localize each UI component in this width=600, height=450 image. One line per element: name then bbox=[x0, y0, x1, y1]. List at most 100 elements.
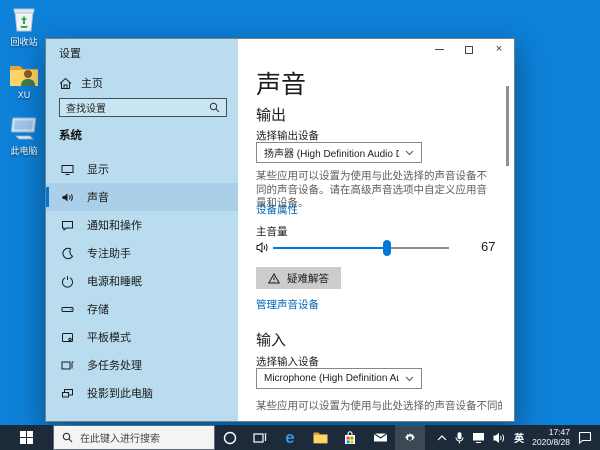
cortana-icon bbox=[223, 431, 237, 444]
sidebar-item-sound[interactable]: 声音 bbox=[46, 183, 238, 211]
system-tray: 英 17:47 2020/8/28 bbox=[437, 425, 600, 450]
sidebar-item-label: 显示 bbox=[87, 164, 109, 176]
store-icon bbox=[345, 430, 355, 444]
tray-volume-icon[interactable] bbox=[493, 432, 506, 444]
start-button[interactable] bbox=[0, 425, 53, 450]
chevron-down-icon bbox=[405, 376, 414, 381]
sidebar-item-label: 通知和操作 bbox=[87, 220, 142, 232]
taskbar-apps: e bbox=[215, 425, 425, 450]
taskbar-app-task-view[interactable] bbox=[245, 425, 275, 450]
taskbar-app-mail[interactable] bbox=[365, 425, 395, 450]
volume-icon bbox=[256, 241, 268, 254]
desktop-icon-user-folder[interactable]: XU bbox=[1, 62, 47, 100]
settings-window: 设置 主页 查找设置 系统 显示 声音 通知和操作 专注助手 电源和睡眠 存储 … bbox=[45, 38, 515, 422]
input-section-title: 输入 bbox=[256, 332, 287, 349]
sidebar-section-label: 系统 bbox=[59, 130, 82, 142]
close-button[interactable]: × bbox=[484, 39, 514, 60]
edge-icon: e bbox=[285, 428, 295, 447]
desktop-icon-recycle-bin[interactable]: 回收站 bbox=[1, 5, 47, 48]
desktop: 回收站 XU 此电脑 设置 主页 查找设置 系统 显示 声音 通知和操作 专注助… bbox=[0, 0, 600, 450]
tray-microphone-icon[interactable] bbox=[455, 431, 464, 444]
sidebar-item-home[interactable]: 主页 bbox=[59, 75, 103, 91]
this-pc-icon bbox=[10, 117, 37, 140]
troubleshoot-button[interactable]: 疑难解答 bbox=[256, 267, 341, 289]
settings-sidebar: 设置 主页 查找设置 系统 显示 声音 通知和操作 专注助手 电源和睡眠 存储 … bbox=[46, 39, 238, 421]
windows-logo-icon bbox=[20, 431, 33, 444]
sidebar-item-label: 多任务处理 bbox=[87, 360, 142, 372]
power-sleep-icon bbox=[62, 275, 73, 288]
taskbar-app-edge[interactable]: e bbox=[275, 425, 305, 450]
output-device-label: 选择输出设备 bbox=[256, 130, 319, 142]
recycle-bin-icon bbox=[13, 8, 35, 32]
sidebar-item-tablet-mode[interactable]: 平板模式 bbox=[46, 323, 238, 351]
search-icon bbox=[62, 432, 73, 443]
input-device-label: 选择输入设备 bbox=[256, 356, 319, 368]
taskbar-search-input[interactable]: 在此键入进行搜索 bbox=[53, 425, 215, 450]
taskbar-app-cortana[interactable] bbox=[215, 425, 245, 450]
mail-icon bbox=[373, 433, 387, 442]
taskbar-app-file-explorer[interactable] bbox=[305, 425, 335, 450]
sidebar-item-focus-assist[interactable]: 专注助手 bbox=[46, 239, 238, 267]
taskbar-app-settings[interactable] bbox=[395, 425, 425, 450]
output-device-dropdown[interactable]: 扬声器 (High Definition Audio Device) bbox=[256, 142, 422, 163]
settings-main-pane: × 声音 输出 选择输出设备 扬声器 (High Definition Audi… bbox=[238, 39, 514, 421]
minimize-button[interactable] bbox=[424, 39, 454, 60]
troubleshoot-label: 疑难解答 bbox=[287, 272, 329, 285]
sidebar-item-notifications[interactable]: 通知和操作 bbox=[46, 211, 238, 239]
sidebar-item-label: 平板模式 bbox=[87, 332, 131, 344]
scrollbar-thumb[interactable] bbox=[506, 86, 509, 166]
maximize-button[interactable] bbox=[454, 39, 484, 60]
taskbar-clock[interactable]: 17:47 2020/8/28 bbox=[532, 427, 570, 447]
tablet-mode-icon bbox=[62, 332, 73, 342]
tray-network-icon[interactable] bbox=[472, 432, 485, 443]
sidebar-items: 显示 声音 通知和操作 专注助手 电源和睡眠 存储 平板模式 多任务处理 投影到… bbox=[46, 155, 238, 407]
manage-sound-devices-link[interactable]: 管理声音设备 bbox=[256, 297, 319, 312]
desktop-icon-this-pc[interactable]: 此电脑 bbox=[1, 115, 47, 157]
page-title: 声音 bbox=[256, 71, 307, 99]
volume-slider-fill bbox=[273, 240, 392, 256]
maximize-icon bbox=[465, 45, 473, 54]
taskbar: 在此键入进行搜索 e 英 17:47 2020/8/28 bbox=[0, 425, 600, 450]
input-device-dropdown[interactable]: Microphone (High Definition Audio... bbox=[256, 368, 422, 389]
sidebar-item-label: 投影到此电脑 bbox=[87, 388, 153, 400]
file-explorer-icon bbox=[313, 432, 327, 444]
clock-date: 2020/8/28 bbox=[532, 436, 570, 447]
tray-chevron-up-icon[interactable] bbox=[437, 434, 447, 441]
action-center-icon[interactable] bbox=[578, 431, 592, 444]
volume-value: 67 bbox=[481, 239, 496, 254]
settings-search-input[interactable]: 查找设置 bbox=[59, 98, 227, 117]
sidebar-item-project-to-pc[interactable]: 投影到此电脑 bbox=[46, 379, 238, 407]
desktop-icon-label: 此电脑 bbox=[10, 146, 38, 156]
volume-slider-row: 67 bbox=[256, 238, 496, 258]
master-volume-label: 主音量 bbox=[256, 226, 288, 238]
multitasking-icon bbox=[61, 361, 74, 369]
sidebar-item-display[interactable]: 显示 bbox=[46, 155, 238, 183]
close-icon: × bbox=[495, 43, 503, 55]
gear-icon bbox=[404, 432, 416, 441]
notifications-icon bbox=[62, 220, 73, 231]
sidebar-item-power-sleep[interactable]: 电源和睡眠 bbox=[46, 267, 238, 295]
sound-icon bbox=[62, 193, 73, 201]
home-label: 主页 bbox=[81, 78, 103, 90]
desktop-icon-label: 回收站 bbox=[10, 37, 38, 47]
volume-slider-thumb[interactable] bbox=[383, 240, 392, 256]
minimize-icon bbox=[434, 49, 444, 50]
storage-icon bbox=[61, 306, 74, 312]
taskbar-app-store[interactable] bbox=[335, 425, 365, 450]
focus-assist-icon bbox=[62, 247, 74, 259]
desktop-icon-label: XU bbox=[17, 90, 31, 100]
language-indicator[interactable]: 英 bbox=[514, 430, 524, 445]
sidebar-item-label: 专注助手 bbox=[87, 248, 131, 260]
sidebar-item-storage[interactable]: 存储 bbox=[46, 295, 238, 323]
output-section-title: 输出 bbox=[256, 107, 287, 124]
window-controls: × bbox=[424, 39, 514, 60]
taskbar-search-placeholder: 在此键入进行搜索 bbox=[80, 434, 160, 445]
warning-icon bbox=[268, 272, 280, 283]
input-description: 某些应用可以设置为使用与此处选择的声音设备不同的声音设备。请 bbox=[256, 400, 502, 412]
sidebar-item-multitasking[interactable]: 多任务处理 bbox=[46, 351, 238, 379]
volume-slider[interactable] bbox=[273, 240, 449, 256]
device-properties-link[interactable]: 设备属性 bbox=[256, 202, 298, 217]
search-placeholder: 查找设置 bbox=[66, 104, 106, 115]
sidebar-item-label: 存储 bbox=[87, 304, 109, 316]
task-view-icon bbox=[253, 432, 267, 443]
